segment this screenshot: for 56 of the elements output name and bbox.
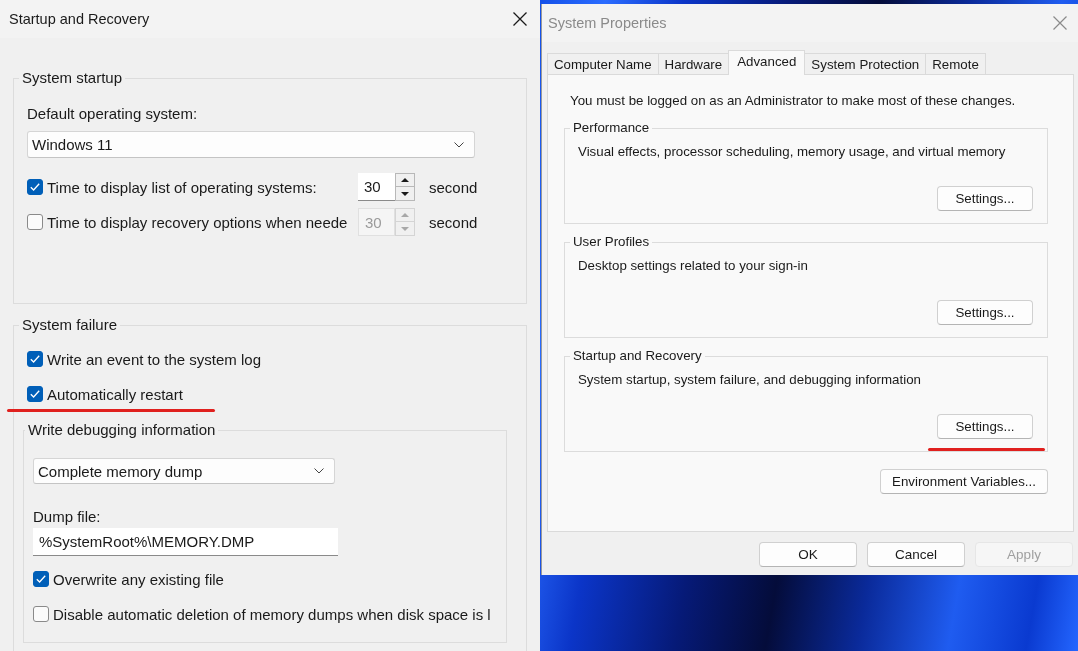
checkmark-icon [30,183,40,191]
triangle-up-icon [401,213,409,217]
checkbox[interactable] [27,386,43,402]
checkbox-label: Overwrite any existing file [53,570,224,588]
group-label: Performance [572,120,651,136]
dump-type-dropdown[interactable]: Complete memory dump [33,458,335,484]
checkbox-label: Time to display recovery options when neede [47,213,348,231]
tab[interactable]: System Protection [804,53,927,74]
checkmark-icon [30,355,40,363]
settings-button[interactable]: Settings... [937,186,1033,211]
checkbox[interactable] [27,179,43,195]
group-label: System failure [21,316,119,334]
triangle-down-icon [401,191,409,196]
os-dropdown[interactable]: Windows 11 [27,131,475,158]
dialog-button[interactable]: Cancel [867,542,965,567]
group-description: Visual effects, processor scheduling, memory usage, and virtual memory [578,144,1006,160]
checkbox-label: Time to display list of operating systems: [47,178,317,196]
triangle-up-icon [401,178,409,182]
notice-text: You must be logged on as an Administrator to make most of these changes. [570,93,1016,109]
window-title: Startup and Recovery [9,11,150,27]
settings-button[interactable]: Settings... [937,414,1033,439]
chevron-down-icon [314,468,324,474]
triangle-down-icon [401,226,409,231]
checkbox[interactable] [33,571,49,587]
field-label: Default operating system: [27,105,198,123]
group-description: System startup, system failure, and debugging information [578,372,921,388]
window-title: System Properties [548,15,667,31]
spin-down-button[interactable] [395,187,415,201]
close-button[interactable] [513,12,527,26]
group-label: System startup [21,69,124,87]
dialog-button[interactable]: OK [759,542,857,567]
settings-button[interactable]: Settings... [937,300,1033,325]
chevron-down-icon [454,141,464,148]
group-label: Write debugging information [27,421,217,439]
dump-file-field[interactable]: %SystemRoot%\MEMORY.DMP [33,528,338,556]
group-label: User Profiles [572,234,651,250]
unit-label: second [428,178,478,196]
checkmark-icon [30,390,40,398]
checkmark-icon [36,575,46,583]
checkbox-label: Disable automatic deletion of memory dumps when disk space is l [53,605,491,623]
checkbox[interactable] [33,606,49,622]
group-description: Desktop settings related to your sign-in [578,258,808,274]
spin-up-button[interactable] [395,173,415,187]
environment-variables-button[interactable]: Environment Variables... [880,469,1048,494]
group-label: Startup and Recovery [572,348,703,364]
field-label: Dump file: [33,508,101,526]
number-field[interactable]: 30 [358,173,395,201]
checkbox-label: Automatically restart [47,385,183,403]
tab[interactable]: Remote [925,53,986,74]
checkbox-label: Write an event to the system log [47,350,261,368]
tab[interactable]: Advanced [728,50,806,75]
close-icon [1053,16,1067,30]
checkbox[interactable] [27,351,43,367]
unit-label: second [428,213,478,231]
tab[interactable]: Computer Name [547,53,659,74]
close-icon [513,12,527,26]
